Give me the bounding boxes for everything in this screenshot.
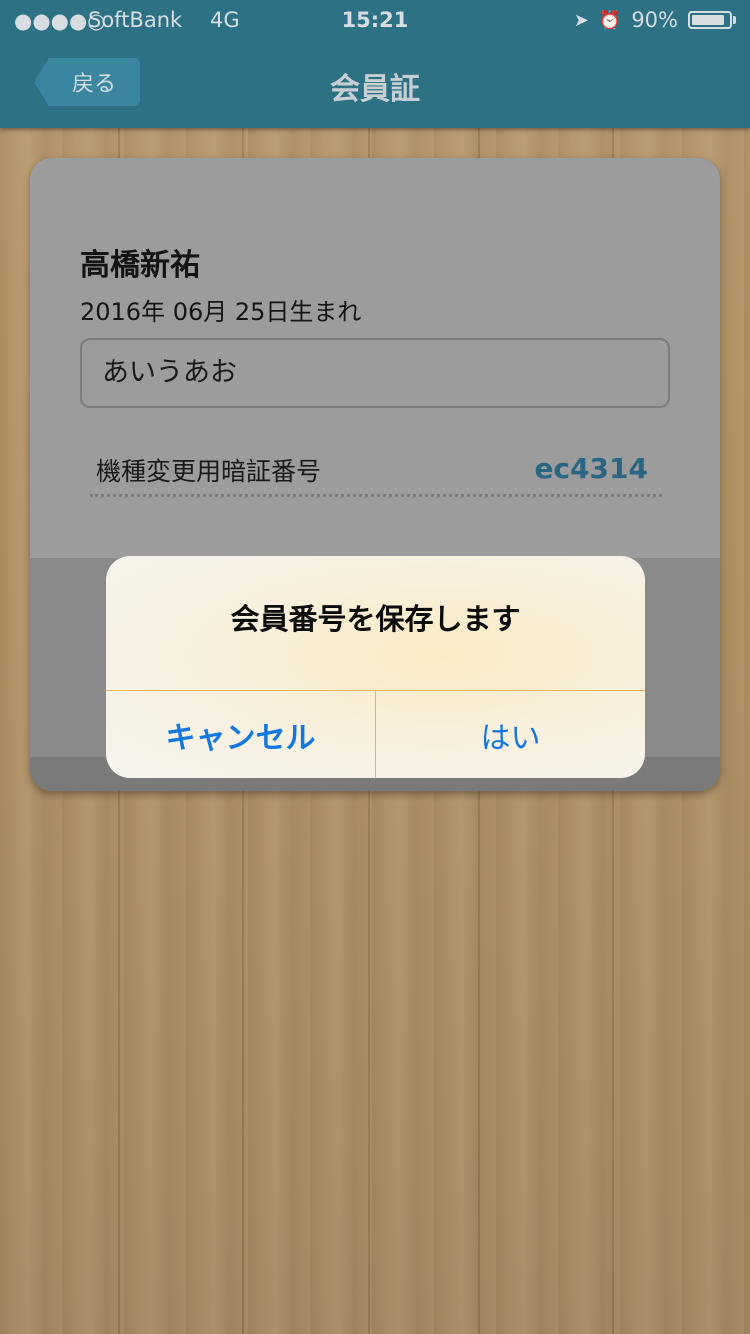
alarm-icon: ⏰ bbox=[598, 9, 622, 31]
pin-label: 機種変更用暗証番号 bbox=[96, 457, 322, 486]
cancel-button[interactable]: キャンセル bbox=[106, 691, 375, 778]
dotted-divider bbox=[90, 494, 662, 497]
location-icon: ➤ bbox=[573, 9, 589, 31]
dialog-title: 会員番号を保存します bbox=[230, 602, 521, 636]
battery-icon bbox=[688, 11, 732, 29]
battery-level-fill bbox=[692, 15, 724, 25]
nickname-field[interactable]: あいうあお bbox=[80, 338, 670, 408]
battery-percentage: 90% bbox=[631, 8, 678, 32]
save-confirm-dialog: 会員番号を保存します キャンセル はい bbox=[106, 556, 645, 778]
pin-value: ec4314 bbox=[534, 452, 648, 485]
birth-date: 2016年 06月 25日生まれ bbox=[80, 298, 362, 326]
confirm-yes-button[interactable]: はい bbox=[376, 691, 645, 778]
status-right-group: ➤ ⏰ 90% bbox=[574, 8, 736, 32]
page-title: 会員証 bbox=[330, 72, 420, 107]
battery-tip bbox=[733, 16, 736, 24]
status-bar: ●●●●○ SoftBank 4G 15:21 ➤ ⏰ 90% bbox=[0, 0, 750, 40]
top-bar: ●●●●○ SoftBank 4G 15:21 ➤ ⏰ 90% 戻る 会員証 bbox=[0, 0, 750, 128]
member-name: 高橋新祐 bbox=[80, 248, 200, 283]
